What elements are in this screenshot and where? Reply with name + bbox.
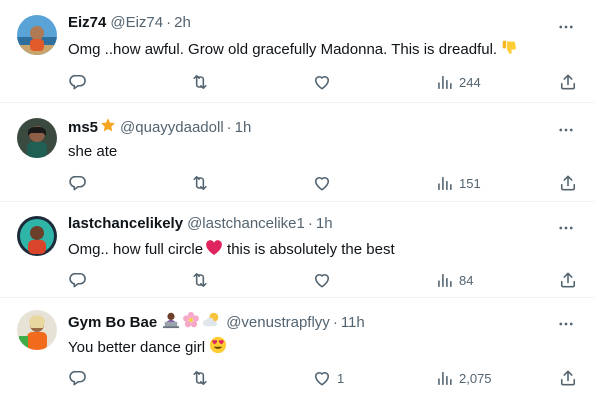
separator-dot: · — [226, 118, 232, 136]
smiling-face-with-heart-eyes-emoji — [209, 336, 227, 358]
share-button[interactable] — [558, 368, 578, 388]
reply-icon — [68, 173, 88, 193]
tweet-actions: 1 2,075 — [68, 368, 579, 388]
thumbs-down-emoji — [501, 39, 518, 60]
reply-icon — [68, 72, 88, 92]
view-count: 244 — [459, 74, 481, 90]
more-icon[interactable] — [557, 315, 575, 333]
like-icon — [312, 72, 332, 92]
view-count: 2,075 — [459, 370, 492, 386]
tweet-header: Gym Bo Bae @venustrapflyy · 11h — [68, 311, 365, 333]
more-icon[interactable] — [557, 18, 575, 36]
share-button[interactable] — [558, 270, 578, 290]
views-button[interactable]: 84 — [435, 270, 473, 290]
blossom-emoji — [182, 311, 200, 333]
tweet-actions: 244 — [68, 72, 579, 92]
views-icon — [435, 369, 454, 388]
reply-button[interactable] — [68, 72, 88, 92]
reply-icon — [68, 368, 88, 388]
share-button[interactable] — [558, 173, 578, 193]
tweet-item[interactable]: ms5 @quayydaadoll · 1h she ate 151 — [0, 103, 595, 202]
tweet-text-body: You better dance girl — [68, 338, 206, 356]
retweet-button[interactable] — [190, 173, 210, 193]
display-name[interactable]: Gym Bo Bae — [68, 314, 157, 331]
separator-dot: · — [166, 14, 172, 31]
tweet-header: lastchancelikely @lastchancelike1 · 1h — [68, 215, 333, 232]
tweet-text: You better dance girl — [68, 336, 227, 358]
like-button[interactable] — [312, 173, 337, 193]
tweet-header: Eiz74 @Eiz74 · 2h — [68, 14, 191, 31]
reply-icon — [68, 270, 88, 290]
more-icon[interactable] — [557, 219, 575, 237]
tweet-actions: 84 — [68, 270, 579, 290]
tweet-text-before: Omg.. how full circle — [68, 241, 204, 258]
tweet-header: ms5 @quayydaadoll · 1h — [68, 117, 251, 137]
view-count: 151 — [459, 175, 481, 191]
user-handle[interactable]: @quayydaadoll — [120, 119, 224, 136]
views-icon — [435, 174, 454, 193]
user-handle[interactable]: @Eiz74 — [110, 14, 163, 31]
share-icon — [558, 368, 578, 388]
share-button[interactable] — [558, 72, 578, 92]
tweet-text-after: this is absolutely the best — [227, 241, 395, 258]
timestamp[interactable]: 1h — [316, 215, 333, 232]
like-icon — [312, 270, 332, 290]
more-icon[interactable] — [557, 121, 575, 139]
timestamp[interactable]: 2h — [174, 14, 191, 31]
retweet-icon — [190, 270, 210, 290]
retweet-button[interactable] — [190, 72, 210, 92]
reply-button[interactable] — [68, 173, 88, 193]
user-handle[interactable]: @venustrapflyy — [226, 314, 330, 331]
views-button[interactable]: 151 — [435, 173, 481, 193]
view-count: 84 — [459, 272, 474, 288]
views-icon — [435, 73, 454, 92]
like-button[interactable]: 1 — [312, 368, 344, 388]
share-icon — [558, 72, 578, 92]
like-icon — [312, 173, 332, 193]
retweet-icon — [190, 173, 210, 193]
views-icon — [435, 271, 454, 290]
tweet-text: she ate — [68, 143, 117, 160]
display-name[interactable]: lastchancelikely — [68, 215, 183, 232]
display-name[interactable]: ms5 — [68, 119, 98, 136]
like-button[interactable] — [312, 72, 337, 92]
user-handle[interactable]: @lastchancelike1 — [187, 215, 305, 232]
reply-button[interactable] — [68, 270, 88, 290]
tweet-actions: 151 — [68, 173, 579, 193]
retweet-button[interactable] — [190, 368, 210, 388]
views-button[interactable]: 244 — [435, 72, 481, 92]
sun-behind-cloud-emoji — [202, 311, 222, 333]
tweet-text-body: Omg ..how awful. Grow old gracefully Mad… — [68, 41, 498, 58]
tweet-text: Omg.. how full circle this is absolutely… — [68, 239, 395, 260]
separator-dot: · — [332, 313, 338, 331]
display-name[interactable]: Eiz74 — [68, 14, 106, 31]
avatar[interactable] — [17, 310, 57, 350]
person-at-laptop-emoji — [162, 311, 180, 333]
tweet-item[interactable]: lastchancelikely @lastchancelike1 · 1h O… — [0, 202, 595, 298]
views-button[interactable]: 2,075 — [435, 368, 492, 388]
retweet-icon — [190, 368, 210, 388]
red-heart-emoji — [205, 239, 223, 260]
retweet-button[interactable] — [190, 270, 210, 290]
like-count: 1 — [337, 370, 345, 386]
timestamp[interactable]: 1h — [235, 119, 252, 136]
share-icon — [558, 270, 578, 290]
reply-button[interactable] — [68, 368, 88, 388]
avatar[interactable] — [17, 118, 57, 158]
like-icon — [312, 368, 332, 388]
retweet-icon — [190, 72, 210, 92]
share-icon — [558, 173, 578, 193]
tweet-text-body: she ate — [68, 143, 118, 160]
timestamp[interactable]: 11h — [341, 314, 365, 331]
tweet-item[interactable]: Gym Bo Bae @venustrapflyy · 11h You bett… — [0, 298, 595, 401]
separator-dot: · — [307, 215, 313, 232]
tweet-item[interactable]: Eiz74 @Eiz74 · 2h Omg ..how awful. Grow … — [0, 0, 595, 103]
star-emoji — [100, 117, 116, 137]
like-button[interactable] — [312, 270, 337, 290]
avatar[interactable] — [17, 15, 57, 55]
avatar[interactable] — [17, 216, 57, 256]
tweet-text: Omg ..how awful. Grow old gracefully Mad… — [68, 39, 518, 60]
